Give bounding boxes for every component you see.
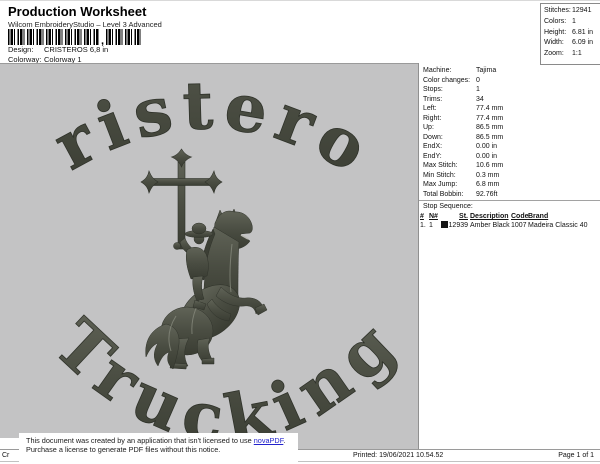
summary-row-colors: Colors: 1 — [544, 17, 576, 25]
barcode-group-1 — [8, 29, 99, 45]
machine-stats-list: Machine: Tajima Color changes: 0 Stops: 1 T… — [419, 63, 600, 199]
page-title: Production Worksheet — [8, 4, 147, 19]
machine-row: Up: 86.5 mm — [423, 124, 504, 131]
summary-row-zoom: Zoom: 1:1 — [544, 50, 582, 58]
novapdf-link[interactable]: novaPDF — [254, 436, 284, 445]
barcode-separator: , — [100, 35, 105, 47]
machine-row: Max Stitch: 10.6 mm — [423, 162, 504, 169]
design-label: Design: — [8, 45, 34, 54]
arc-text-top: Cristeros — [0, 64, 387, 191]
footer-corner-patch — [0, 438, 19, 449]
design-value: CRISTEROS 6,8 in — [44, 45, 109, 54]
machine-row: EndX: 0.00 in — [423, 143, 498, 150]
page-number: Page 1 of 1 — [558, 452, 594, 459]
machine-row: Machine: Tajima — [423, 67, 497, 74]
machine-row: Stops: 1 — [423, 86, 480, 93]
design-summary-panel: Stitches:12941 Colors: 1 Height: 6.81 in W… — [540, 3, 600, 65]
license-notice-line1: This document was created by an applicat… — [26, 436, 286, 445]
machine-row: Right: 77.4 mm — [423, 114, 504, 122]
sombrero-crown — [191, 222, 207, 235]
summary-row-stitches: Stitches:12941 — [544, 7, 592, 14]
license-notice: This document was created by an applicat… — [19, 433, 298, 462]
printed-timestamp: Printed: 19/06/2021 10.54.52 — [353, 452, 444, 459]
machine-info-panel: Machine: Tajima Color changes: 0 Stops: 1 T… — [418, 63, 600, 449]
machine-row: Color changes: 0 — [423, 76, 480, 84]
summary-row-height: Height: 6.81 in — [544, 28, 594, 36]
machine-row: Min Stitch: 0.3 mm — [423, 171, 500, 179]
machine-row: Max Jump: 6.8 mm — [423, 181, 500, 188]
app-version-label: Wilcom EmbroideryStudio – Level 3 Advanc… — [8, 20, 162, 29]
production-worksheet-page: Production Worksheet Wilcom EmbroiderySt… — [0, 0, 600, 464]
stop-sequence-header-row: # N# St. Description Code Brand — [420, 213, 549, 220]
machine-row: Total Bobbin: 92.76ft — [423, 190, 498, 198]
stop-sequence-title: Stop Sequence: — [423, 203, 473, 210]
machine-row: Trims: 34 — [423, 95, 484, 103]
thread-color-swatch — [440, 221, 448, 228]
footer-filename-fragment: Cr — [2, 452, 10, 459]
summary-row-width: Width: 6.09 in — [544, 39, 594, 47]
barcode-group-2 — [106, 29, 141, 45]
machine-row: Down: 86.5 mm — [423, 133, 504, 141]
license-notice-line2: Purchase a license to generate PDF files… — [26, 445, 221, 454]
stop-sequence-row: 1. 1 12939 Amber Black 1007 Madeira Clas… — [420, 221, 588, 229]
design-name-row: Design: CRISTEROS 6,8 in — [8, 45, 108, 54]
design-barcode: , — [8, 29, 141, 47]
machine-row: EndY: 0.00 in — [423, 152, 498, 160]
machine-row: Left: 77.4 mm — [423, 105, 504, 112]
